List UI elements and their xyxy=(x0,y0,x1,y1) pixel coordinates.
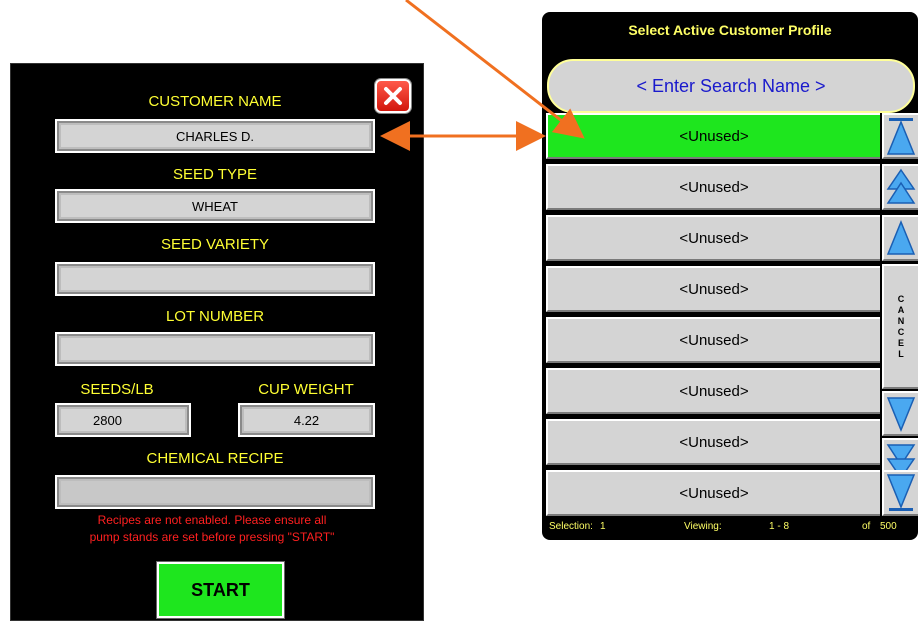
seeds-per-lb-field[interactable]: 2800 xyxy=(55,403,191,437)
close-icon xyxy=(384,87,402,105)
seed-type-field[interactable]: WHEAT xyxy=(55,189,375,223)
double-arrow-up-icon xyxy=(886,168,916,204)
start-button[interactable]: START xyxy=(157,562,284,618)
scroll-down-button[interactable] xyxy=(882,391,918,436)
viewing-range: 1 - 8 xyxy=(769,521,790,532)
profile-row[interactable]: <Unused> xyxy=(546,419,880,465)
selection-value: 1 xyxy=(600,521,606,532)
seed-variety-field[interactable] xyxy=(55,262,375,296)
arrow-up-icon xyxy=(886,220,916,255)
scroll-top-icon xyxy=(886,118,916,155)
chemical-recipe-field xyxy=(55,475,375,509)
profile-row[interactable]: <Unused> xyxy=(546,113,880,159)
arrow-down-icon xyxy=(886,396,916,432)
scroll-to-bottom-button[interactable] xyxy=(882,470,918,516)
profile-row[interactable]: <Unused> xyxy=(546,215,880,261)
total-count: 500 xyxy=(880,521,897,532)
lot-number-field[interactable] xyxy=(55,332,375,366)
warning-text-line-2: pump stands are set before pressing "STA… xyxy=(89,530,335,544)
cancel-letter: C xyxy=(897,326,905,337)
cancel-letter: C xyxy=(897,293,905,304)
selection-label: Selection: xyxy=(549,521,593,532)
close-button[interactable] xyxy=(375,79,411,113)
customer-name-field[interactable]: CHARLES D. xyxy=(55,119,375,153)
cup-weight-label: CUP WEIGHT xyxy=(258,381,354,398)
profile-row[interactable]: <Unused> xyxy=(546,164,880,210)
cancel-letter: E xyxy=(897,337,904,348)
page-up-button[interactable] xyxy=(882,164,918,210)
scroll-to-top-button[interactable] xyxy=(882,113,918,159)
cancel-button[interactable]: C A N C E L xyxy=(882,264,918,389)
scroll-up-button[interactable] xyxy=(882,215,918,261)
of-label: of xyxy=(862,521,871,532)
cancel-letter: N xyxy=(897,315,905,326)
search-name-button[interactable]: < Enter Search Name > xyxy=(547,59,915,113)
chemical-recipe-label: CHEMICAL RECIPE xyxy=(146,450,284,467)
profile-row[interactable]: <Unused> xyxy=(546,368,880,414)
scroll-bottom-icon xyxy=(886,474,916,511)
profile-row[interactable]: <Unused> xyxy=(546,266,880,312)
profile-selector-title: Select Active Customer Profile xyxy=(628,22,832,38)
cancel-letter: L xyxy=(898,348,904,359)
viewing-label: Viewing: xyxy=(684,521,722,532)
seeds-per-lb-label: SEEDS/LB xyxy=(80,381,154,398)
seed-type-label: SEED TYPE xyxy=(173,166,257,183)
customer-name-label: CUSTOMER NAME xyxy=(148,93,282,110)
profile-row[interactable]: <Unused> xyxy=(546,470,880,516)
cancel-letter: A xyxy=(897,304,905,315)
profile-row[interactable]: <Unused> xyxy=(546,317,880,363)
warning-text-line-1: Recipes are not enabled. Please ensure a… xyxy=(97,513,327,527)
seed-variety-label: SEED VARIETY xyxy=(160,236,270,253)
lot-number-label: LOT NUMBER xyxy=(165,308,265,325)
cup-weight-field[interactable]: 4.22 xyxy=(238,403,375,437)
